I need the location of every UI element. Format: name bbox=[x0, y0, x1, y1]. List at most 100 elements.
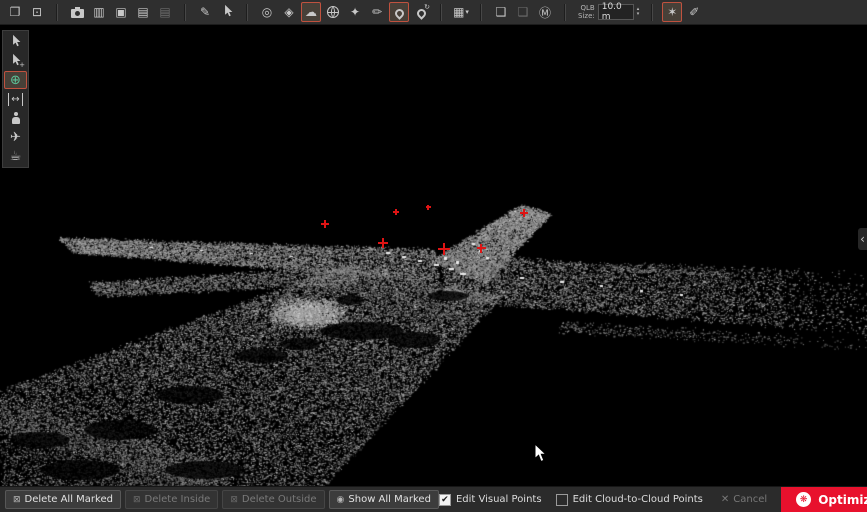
measure-width-icon[interactable]: ↔ bbox=[4, 90, 27, 108]
marker-vertical-line bbox=[523, 209, 525, 217]
cube-view-2-icon[interactable]: ❑ bbox=[513, 2, 533, 22]
marker-vertical-line bbox=[480, 244, 482, 253]
tag-icon[interactable]: ◈ bbox=[279, 2, 299, 22]
single-view-icon[interactable]: ▣ bbox=[111, 2, 131, 22]
location-pin-icon[interactable] bbox=[389, 2, 409, 22]
delete-all-marked-button[interactable]: ⊠ Delete All Marked bbox=[5, 490, 121, 509]
brush-glyph: ✐ bbox=[689, 5, 699, 19]
control-point-marker[interactable] bbox=[477, 244, 486, 253]
edit-visual-points-checkbox-box[interactable]: ✔ bbox=[439, 494, 451, 506]
pen-glyph: ✏ bbox=[372, 5, 382, 19]
cube-view-2-glyph: ❑ bbox=[518, 5, 529, 19]
fly-navigation-icon[interactable]: ✈ bbox=[4, 128, 27, 146]
edit-cloud-to-cloud-checkbox-box[interactable] bbox=[556, 494, 568, 506]
pen-icon[interactable]: ✏ bbox=[367, 2, 387, 22]
globe-icon[interactable] bbox=[323, 2, 343, 22]
delete-outside-icon: ⊠ bbox=[230, 495, 238, 505]
spin-down-icon[interactable]: ▾ bbox=[637, 12, 640, 17]
qlb-label-line2: Size: bbox=[578, 12, 595, 20]
cube-view-glyph: ❑ bbox=[496, 5, 507, 19]
delete-inside-label: Delete Inside bbox=[145, 494, 211, 505]
split-view-icon[interactable]: ▥ bbox=[89, 2, 109, 22]
pedestrian-view-icon[interactable] bbox=[4, 109, 27, 127]
delete-outside-button: ⊠ Delete Outside bbox=[222, 490, 324, 509]
brush-icon[interactable]: ✐ bbox=[684, 2, 704, 22]
circle-select-icon[interactable]: ◎ bbox=[257, 2, 277, 22]
frame-capture-glyph: ⊡ bbox=[32, 5, 42, 19]
dropdown-caret-icon[interactable]: ▾ bbox=[465, 8, 469, 16]
qlb-size-input[interactable]: 10.0 m bbox=[598, 4, 634, 20]
grid-display-icon[interactable]: ▦▾ bbox=[451, 2, 471, 22]
marker-vertical-line bbox=[382, 238, 384, 248]
marker-vertical-line bbox=[427, 205, 428, 210]
image-pane-glyph: ▤ bbox=[137, 5, 148, 19]
grid-display-glyph: ▦ bbox=[453, 5, 464, 19]
side-panel-expander[interactable]: ‹ bbox=[858, 228, 867, 250]
marked-points-actions: ⊠ Delete All Marked ⊠ Delete Inside ⊠ Delete … bbox=[5, 490, 439, 509]
control-point-marker[interactable] bbox=[426, 205, 431, 210]
bottom-bar: ⊠ Delete All Marked ⊠ Delete Inside ⊠ Delete … bbox=[0, 486, 867, 512]
edit-visual-points-checkbox-label: Edit Visual Points bbox=[456, 494, 542, 505]
control-point-marker[interactable] bbox=[321, 220, 329, 228]
image-pane-2-icon[interactable]: ▤ bbox=[155, 2, 175, 22]
toolbar-separator bbox=[56, 4, 58, 21]
show-all-marked-icon: ◉ bbox=[337, 495, 345, 505]
draw-line-icon[interactable]: ✎ bbox=[195, 2, 215, 22]
edit-options: ✔ Edit Visual Points Edit Cloud-to-Cloud P… bbox=[439, 494, 703, 506]
optimize-bundle-button[interactable]: ❋ Optimize Bundle bbox=[781, 487, 867, 512]
cube-view-icon[interactable]: ❑ bbox=[491, 2, 511, 22]
delete-inside-button: ⊠ Delete Inside bbox=[125, 490, 218, 509]
delete-inside-icon: ⊠ bbox=[133, 495, 141, 505]
image-pane-2-glyph: ▤ bbox=[159, 5, 170, 19]
edit-visual-points-checkbox[interactable]: ✔ Edit Visual Points bbox=[439, 494, 542, 506]
pick-point-cursor-icon[interactable]: + bbox=[4, 52, 27, 70]
delete-all-marked-icon: ⊠ bbox=[13, 495, 21, 505]
camera-icon[interactable] bbox=[67, 2, 87, 22]
star-marker-glyph: ✦ bbox=[350, 5, 360, 19]
move-point-tool-icon[interactable]: ⊕ bbox=[4, 71, 27, 89]
mouse-cursor bbox=[534, 443, 547, 463]
cube-m-icon[interactable]: Ⓜ bbox=[535, 2, 555, 22]
control-point-marker[interactable] bbox=[378, 238, 388, 248]
toolbar-separator bbox=[651, 4, 653, 21]
edit-cloud-to-cloud-checkbox[interactable]: Edit Cloud-to-Cloud Points bbox=[556, 494, 703, 506]
delete-outside-label: Delete Outside bbox=[242, 494, 317, 505]
select-cursor-icon[interactable] bbox=[4, 33, 27, 51]
pick-cursor-icon[interactable] bbox=[217, 2, 237, 22]
optimize-bundle-icon: ❋ bbox=[796, 492, 811, 507]
application-window: ❐⊡▥▣▤▤✎◎◈☁✦✏↻▦▾❑❑ⓂQLBSize:10.0 m▴▾✶✐ +⊕↔… bbox=[0, 0, 867, 512]
cancel-x-icon: ✕ bbox=[721, 494, 729, 505]
toolbar-separator bbox=[564, 4, 566, 21]
pin-adjust-icon[interactable]: ↻ bbox=[411, 2, 431, 22]
location-pin-glyph bbox=[393, 7, 406, 20]
control-point-marker[interactable] bbox=[438, 243, 450, 255]
paint-tool-icon[interactable]: ☕ bbox=[4, 147, 27, 165]
cloud-points-icon[interactable]: ☁ bbox=[301, 2, 321, 22]
control-point-marker[interactable] bbox=[520, 209, 528, 217]
single-view-glyph: ▣ bbox=[115, 5, 126, 19]
optimize-wand-icon[interactable]: ✶ bbox=[662, 2, 682, 22]
select-cursor-glyph bbox=[9, 34, 22, 51]
frame-capture-icon[interactable]: ⊡ bbox=[27, 2, 47, 22]
optimize-bundle-label: Optimize Bundle bbox=[818, 493, 867, 507]
toolbar-separator bbox=[246, 4, 248, 21]
camera-glyph bbox=[71, 9, 84, 18]
move-point-tool-glyph: ⊕ bbox=[10, 73, 21, 88]
qlb-size-spinner[interactable]: ▴▾ bbox=[637, 7, 640, 17]
show-all-marked-button[interactable]: ◉Show All Marked bbox=[329, 490, 439, 509]
star-marker-icon[interactable]: ✦ bbox=[345, 2, 365, 22]
split-view-glyph: ▥ bbox=[93, 5, 104, 19]
paint-tool-glyph: ☕ bbox=[10, 149, 22, 164]
delete-all-marked-label: Delete All Marked bbox=[25, 494, 113, 505]
point-cloud-viewport[interactable] bbox=[0, 0, 867, 512]
cancel-button[interactable]: ✕ Cancel bbox=[715, 493, 773, 506]
qlb-label-line1: QLB bbox=[578, 4, 595, 12]
edit-cloud-to-cloud-checkbox-label: Edit Cloud-to-Cloud Points bbox=[573, 494, 703, 505]
globe-glyph bbox=[327, 6, 339, 18]
snapshot-icon[interactable]: ❐ bbox=[5, 2, 25, 22]
toolbar-separator bbox=[184, 4, 186, 21]
fly-navigation-glyph: ✈ bbox=[10, 130, 21, 145]
tag-glyph: ◈ bbox=[284, 5, 293, 19]
image-pane-icon[interactable]: ▤ bbox=[133, 2, 153, 22]
control-point-marker[interactable] bbox=[393, 209, 399, 215]
